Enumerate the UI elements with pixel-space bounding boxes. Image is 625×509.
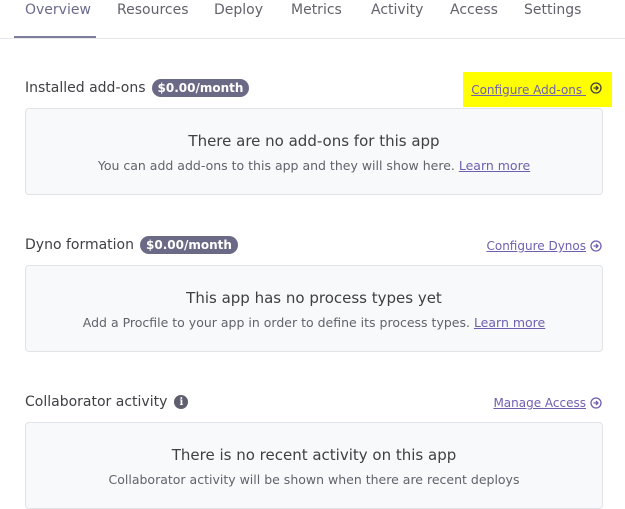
addons-price-badge: $0.00/month <box>151 79 250 97</box>
tab-deploy[interactable]: Deploy <box>214 2 263 18</box>
addons-learn-more-link[interactable]: Learn more <box>459 158 530 173</box>
dynos-empty-text-row: Add a Procfile to your app in order to d… <box>26 315 602 330</box>
tab-activity[interactable]: Activity <box>371 2 423 18</box>
dynos-empty-title: This app has no process types yet <box>186 289 442 307</box>
circle-arrow-right-icon <box>590 81 602 94</box>
collab-empty-title: There is no recent activity on this app <box>171 446 457 464</box>
active-tab-indicator <box>14 36 96 38</box>
info-icon[interactable]: i <box>174 395 189 409</box>
collab-empty-panel: There is no recent activity on this app … <box>25 422 603 509</box>
tab-overview[interactable]: Overview <box>25 2 91 18</box>
addons-empty-text: You can add add-ons to this app and they… <box>97 158 455 173</box>
tab-access[interactable]: Access <box>450 2 498 18</box>
configure-addons-link[interactable]: Configure Add-ons <box>463 71 612 107</box>
circle-arrow-right-icon <box>590 240 602 252</box>
dynos-price-badge: $0.00/month <box>140 236 238 254</box>
circle-arrow-right-icon <box>590 397 602 409</box>
tab-settings[interactable]: Settings <box>524 2 581 18</box>
configure-addons-label: Configure Add-ons <box>471 82 583 97</box>
manage-access-label: Manage Access <box>493 396 586 410</box>
configure-dynos-label: Configure Dynos <box>486 239 586 253</box>
dynos-learn-more-link[interactable]: Learn more <box>474 315 545 330</box>
addons-empty-panel: There are no add-ons for this app You ca… <box>25 108 603 195</box>
app-tab-bar: Overview Resources Deploy Metrics Activi… <box>0 0 625 39</box>
dynos-empty-text: Add a Procfile to your app in order to d… <box>82 315 470 330</box>
dynos-empty-panel: This app has no process types yet Add a … <box>25 265 603 352</box>
tab-metrics[interactable]: Metrics <box>291 2 342 18</box>
collab-title: Collaborator activity <box>25 394 168 410</box>
addons-empty-title: There are no add-ons for this app <box>188 132 440 150</box>
manage-access-link[interactable]: Manage Access <box>493 393 602 413</box>
configure-addons-highlight: Configure Add-ons <box>463 71 612 107</box>
dynos-title: Dyno formation <box>25 237 134 253</box>
dynos-header: Dyno formation $0.00/month <box>25 235 238 255</box>
addons-header: Installed add-ons $0.00/month <box>25 78 250 98</box>
tab-resources[interactable]: Resources <box>117 2 189 18</box>
addons-empty-text-row: You can add add-ons to this app and they… <box>26 158 602 173</box>
configure-dynos-link[interactable]: Configure Dynos <box>486 236 602 256</box>
addons-title: Installed add-ons <box>25 80 146 96</box>
collab-header: Collaborator activity i <box>25 392 189 412</box>
